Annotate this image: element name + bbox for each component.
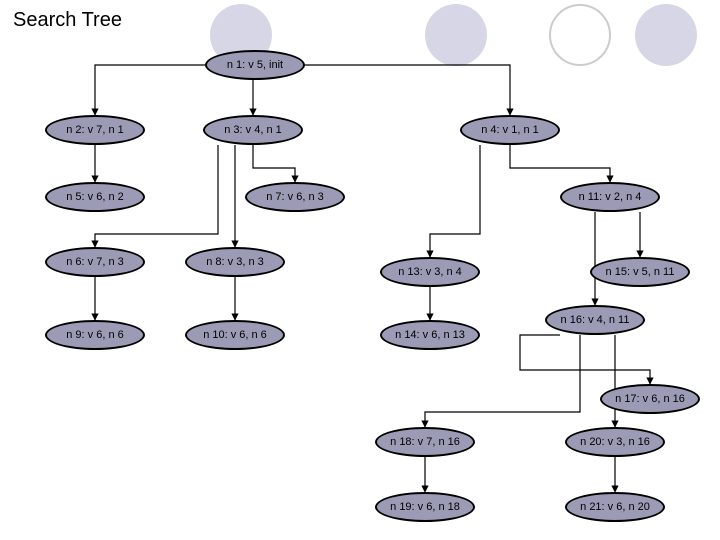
node-n10: n 10: v 6, n 6 (185, 320, 285, 350)
node-n13: n 13: v 3, n 4 (380, 257, 480, 287)
node-n21: n 21: v 6, n 20 (565, 492, 665, 522)
node-n2: n 2: v 7, n 1 (45, 115, 145, 145)
node-n14: n 14: v 6, n 13 (380, 320, 480, 350)
node-n8: n 8: v 3, n 3 (185, 247, 285, 277)
node-n19: n 19: v 6, n 18 (375, 492, 475, 522)
node-n4: n 4: v 1, n 1 (460, 115, 560, 145)
node-n17: n 17: v 6, n 16 (600, 384, 700, 414)
node-n5: n 5: v 6, n 2 (45, 182, 145, 212)
node-n6: n 6: v 7, n 3 (45, 247, 145, 277)
node-n20: n 20: v 3, n 16 (565, 427, 665, 457)
node-n7: n 7: v 6, n 3 (245, 182, 345, 212)
node-n15: n 15: v 5, n 11 (590, 257, 690, 287)
node-n9: n 9: v 6, n 6 (45, 320, 145, 350)
node-n3: n 3: v 4, n 1 (203, 115, 303, 145)
node-n16: n 16: v 4, n 11 (545, 305, 645, 335)
node-n18: n 18: v 7, n 16 (375, 427, 475, 457)
node-n11: n 11: v 2, n 4 (560, 182, 660, 212)
node-n1: n 1: v 5, init (205, 50, 305, 80)
